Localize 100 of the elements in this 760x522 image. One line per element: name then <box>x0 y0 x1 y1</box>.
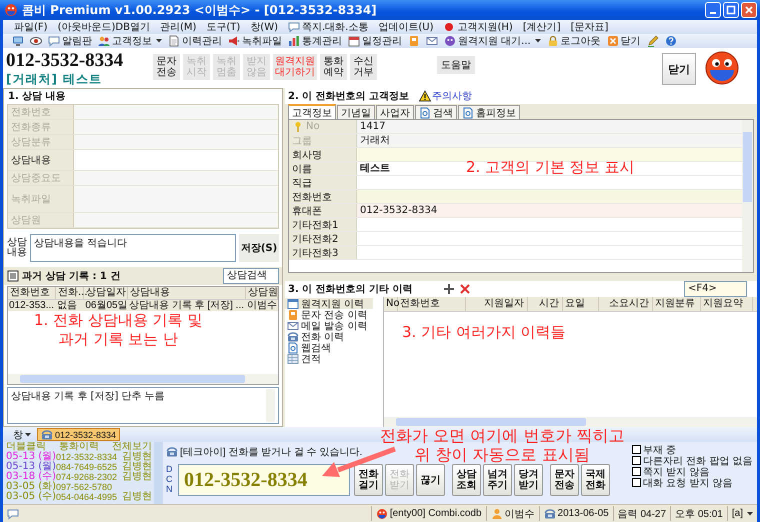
column-header[interactable]: 상담내용 <box>128 287 246 299</box>
input-field[interactable] <box>74 120 278 134</box>
horizontal-scrollbar[interactable] <box>384 417 757 428</box>
call-button[interactable]: 당겨 받기 <box>514 464 543 496</box>
tree-item[interactable]: 메일 발송 이력 <box>285 320 370 331</box>
field-label: 기타전화1 <box>289 218 357 231</box>
tab[interactable]: 검색 <box>415 105 457 119</box>
action-button[interactable]: 문자 전송 <box>153 54 180 80</box>
call-button[interactable]: 전화 걸기 <box>354 464 383 496</box>
toolbar-button[interactable]: 고객정보 <box>95 34 165 48</box>
tree-item[interactable]: 전화 이력 <box>285 331 346 342</box>
minimize-button[interactable] <box>705 2 721 18</box>
column-header[interactable]: 전화번호 <box>8 287 56 299</box>
toolbar-button[interactable]: 녹취파일 <box>225 34 285 48</box>
field-value[interactable]: 012-3532-8334 <box>357 204 742 217</box>
caret-icon <box>156 39 162 43</box>
action-button[interactable]: 통화 예약 <box>320 54 347 80</box>
input-field[interactable] <box>74 213 278 227</box>
call-phone: 097-562-5780 <box>56 482 114 492</box>
menu-item[interactable]: 업데이트(U) <box>373 20 438 34</box>
toolbar-button[interactable] <box>27 34 45 48</box>
memo-field[interactable]: 상담내용을 적습니다 <box>30 234 236 262</box>
input-field[interactable] <box>74 135 278 149</box>
search-field[interactable]: 상담검색 <box>223 268 279 284</box>
status-text: 이범수 <box>504 508 535 521</box>
checkbox[interactable] <box>632 467 641 476</box>
checkbox-label: 쪽지 받지 않음 <box>643 466 710 478</box>
window-menu-button[interactable]: 창 <box>11 428 33 442</box>
menu-item[interactable]: 쪽지.대화.소통 <box>283 20 374 34</box>
column-header[interactable]: 상담일자 <box>84 287 128 299</box>
call-button[interactable]: 문자 전송 <box>550 464 579 496</box>
tab[interactable]: 홈피정보 <box>458 105 520 119</box>
add-icon[interactable] <box>442 283 455 295</box>
input-field[interactable] <box>74 171 278 185</box>
toolbar-button[interactable]: 로그아웃 <box>544 34 604 48</box>
menu-item[interactable]: 고객지원(H) <box>438 20 518 34</box>
menu-item[interactable]: (아웃바운드)DB열기 <box>52 20 155 34</box>
toolbar-button[interactable]: 이력관리 <box>165 34 225 48</box>
call-phone: 054-0464-4995 <box>56 492 118 502</box>
tab[interactable]: 기념일 <box>337 105 375 119</box>
toolbar-button[interactable]: 통계관리 <box>285 34 345 48</box>
column-header[interactable]: 전화번호 <box>398 297 466 311</box>
save-button[interactable]: 저장(S) <box>239 234 279 262</box>
note-field[interactable]: 상담내용 기록 후 [저장] 단추 누름 <box>7 387 279 424</box>
input-field[interactable] <box>74 105 278 119</box>
toolbar-button[interactable]: 일정관리 <box>345 34 405 48</box>
tree-item[interactable]: 견적 <box>285 353 323 364</box>
checkbox[interactable] <box>632 478 641 488</box>
tree-item[interactable]: 원격지원 이력 <box>285 298 373 309</box>
table-row[interactable]: 012-353... 없음 06월05일 상담내용 기록 후 [저장] ... 이범수 <box>8 300 278 311</box>
toolbar-button[interactable]: 닫기 <box>604 34 644 48</box>
column-header[interactable]: No <box>384 297 398 311</box>
close-button[interactable]: 닫기 <box>662 53 696 85</box>
menu-item[interactable]: [문자표] <box>566 20 614 34</box>
menu-item[interactable]: 창(W) <box>245 20 283 34</box>
vertical-scrollbar[interactable] <box>742 120 753 272</box>
column-header[interactable]: 상담원 <box>246 287 278 299</box>
window-tab[interactable]: 012-3532-8334 <box>37 428 120 442</box>
column-header[interactable]: 요일 <box>563 297 599 311</box>
call-name: 김병현 <box>122 462 152 472</box>
column-header[interactable]: 전화... <box>56 287 84 299</box>
help-icon <box>664 35 677 47</box>
tab[interactable]: 고객정보 <box>288 104 336 119</box>
tab[interactable]: 사업자 <box>376 105 414 119</box>
column-header[interactable]: 지원분류 <box>653 297 701 311</box>
call-button[interactable]: 국제 전화 <box>581 464 610 496</box>
menu-item[interactable]: 관리(M) <box>154 20 202 34</box>
vertical-scrollbar[interactable] <box>154 442 163 504</box>
horizontal-scrollbar[interactable] <box>8 374 278 384</box>
menu-item[interactable]: 파일(F) <box>9 20 53 34</box>
maximize-button[interactable] <box>723 2 739 18</box>
call-button[interactable]: 넘겨 주기 <box>483 464 512 496</box>
toolbar-button[interactable]: 원격지원 대기... <box>441 34 544 48</box>
input-field[interactable] <box>74 186 278 212</box>
input-field[interactable] <box>357 190 742 203</box>
delete-icon[interactable] <box>458 283 471 295</box>
menu-item[interactable]: 도구(T) <box>201 20 246 34</box>
face-icon <box>376 508 388 520</box>
call-button[interactable]: 끊기 <box>416 464 445 496</box>
field-label: 휴대폰 <box>289 204 357 217</box>
checkbox[interactable] <box>632 445 641 454</box>
tree-item[interactable]: 웹검색 <box>285 342 333 353</box>
search-field[interactable]: <F4> <box>684 281 747 297</box>
phone-number-field[interactable]: 012-3532-8334 <box>178 464 350 496</box>
column-header[interactable]: 지원일자 <box>466 297 528 311</box>
section-title: 과거 상담 기록 : 1 건 <box>22 270 120 283</box>
checkbox[interactable] <box>632 456 641 466</box>
column-header[interactable]: 시간 <box>528 297 563 311</box>
annotation-text: 1. 전화 상담내용 기록 및 과거 기록 보는 난 <box>34 311 202 349</box>
column-header[interactable]: 지원요약 <box>701 297 753 311</box>
warning-link[interactable]: 주의사항 <box>419 89 472 103</box>
close-button[interactable] <box>741 2 757 18</box>
tree-item[interactable]: 문자 전송 이력 <box>285 309 370 320</box>
toolbar-button[interactable]: 알림판 <box>45 34 95 48</box>
menu-item[interactable]: [계산기] <box>518 20 566 34</box>
call-button[interactable]: 상담 조회 <box>452 464 481 496</box>
action-button[interactable]: 수신 거부 <box>350 54 377 80</box>
input-field[interactable] <box>357 148 742 161</box>
column-header[interactable]: 소요시간 <box>599 297 653 311</box>
help-button[interactable]: 도움말 <box>437 56 475 74</box>
